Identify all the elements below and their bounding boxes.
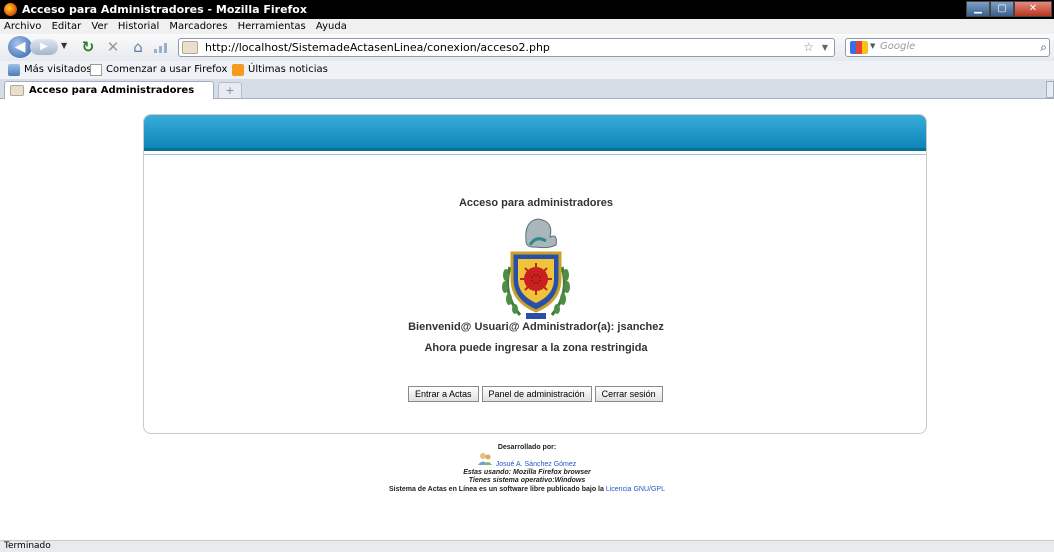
menu-ver[interactable]: Ver [87,19,110,34]
history-dropdown-icon[interactable]: ▼ [61,41,67,50]
signal-bars-icon [154,42,170,53]
menu-marcadores[interactable]: Marcadores [165,19,230,34]
tab-acceso[interactable]: Acceso para Administradores [4,81,214,99]
reload-icon[interactable]: ↻ [78,38,98,56]
search-icon[interactable]: ⌕ [1040,40,1047,55]
page-title: Acceso para administradores [458,197,614,209]
bookmark-ultimas-noticias[interactable]: Últimas noticias [232,61,328,79]
bookmark-label: Últimas noticias [248,64,328,75]
menu-herramientas[interactable]: Herramientas [234,19,309,34]
new-tab-button[interactable]: + [218,82,242,98]
status-bar: Terminado [0,540,1054,552]
admin-panel-button[interactable]: Panel de administración [481,386,592,402]
page-content: Acceso para administradores Bienvenid@ U… [0,100,1054,540]
url-text[interactable]: http://localhost/SistemadeActasenLinea/c… [205,39,550,56]
action-buttons: Entrar a Actas Panel de administración C… [408,386,663,402]
forward-icon[interactable]: ▶ [30,39,58,55]
license-text: Sistema de Actas en Línea es un software… [389,486,604,493]
back-icon[interactable]: ◀ [8,36,32,58]
url-dropdown-icon[interactable]: ▼ [822,39,828,56]
header-band [144,115,926,151]
bookmark-mas-visitados[interactable]: Más visitados [8,61,92,79]
bookmark-comenzar[interactable]: Comenzar a usar Firefox [90,61,227,79]
main-panel: Acceso para administradores Bienvenid@ U… [143,114,927,434]
maximize-button[interactable]: ▢ [990,1,1014,17]
menu-editar[interactable]: Editar [48,19,85,34]
bookmark-label: Más visitados [24,64,92,75]
search-engine-icon[interactable] [850,41,868,54]
status-text: Terminado [4,541,51,551]
university-crest-image [502,218,570,319]
tab-scroll-button[interactable] [1046,81,1054,98]
menu-ayuda[interactable]: Ayuda [312,19,350,34]
address-bar[interactable]: http://localhost/SistemadeActasenLinea/c… [178,38,835,57]
title-bar: Acceso para Administradores - Mozilla Fi… [0,0,1054,19]
license-line: Sistema de Actas en Línea es un software… [0,485,1054,494]
header-divider [144,154,926,155]
menu-archivo[interactable]: Archivo [0,19,44,34]
search-placeholder[interactable]: Google [880,41,915,52]
navigation-toolbar: ◀ ▶ ▼ ↻ ✕ ⌂ http://localhost/SistemadeAc… [0,34,1054,61]
window-title: Acceso para Administradores - Mozilla Fi… [22,3,307,16]
logout-button[interactable]: Cerrar sesión [594,386,663,402]
restricted-zone-message: Ahora puede ingresar a la zona restringi… [424,342,648,354]
rss-icon [232,64,244,76]
os-info: Tienes sistema operativo:Windows [468,477,586,484]
welcome-message: Bienvenid@ Usuari@ Administrador(a): jsa… [408,321,664,333]
chevron-down-icon[interactable]: ▼ [870,42,875,50]
tab-label: Acceso para Administradores [29,85,195,96]
close-button[interactable]: ✕ [1014,1,1052,17]
most-visited-icon [8,64,20,76]
bookmark-label: Comenzar a usar Firefox [106,64,228,75]
star-icon[interactable]: ☆ [803,39,814,56]
tab-strip: Acceso para Administradores + [0,79,1054,99]
site-identity-icon[interactable] [182,41,198,54]
menu-bar: Archivo Editar Ver Historial Marcadores … [0,19,1054,34]
stop-icon[interactable]: ✕ [103,38,123,56]
home-icon[interactable]: ⌂ [128,38,148,56]
developed-by-label: Desarrollado por: [497,444,557,451]
browser-window: Acceso para Administradores - Mozilla Fi… [0,0,1054,552]
tab-favicon-icon [10,85,24,96]
minimize-button[interactable]: ▁ [966,1,990,17]
firefox-icon [4,3,17,16]
license-link[interactable]: Licencia GNU/GPL [606,486,665,493]
author-link[interactable]: Josué A. Sánchez Gómez [496,461,577,468]
entrar-actas-button[interactable]: Entrar a Actas [408,386,479,402]
search-box[interactable]: ▼ Google ⌕ [845,38,1050,57]
bookmarks-toolbar: Más visitados Comenzar a usar Firefox Úl… [0,61,1054,79]
page-icon [90,64,102,76]
menu-historial[interactable]: Historial [114,19,162,34]
